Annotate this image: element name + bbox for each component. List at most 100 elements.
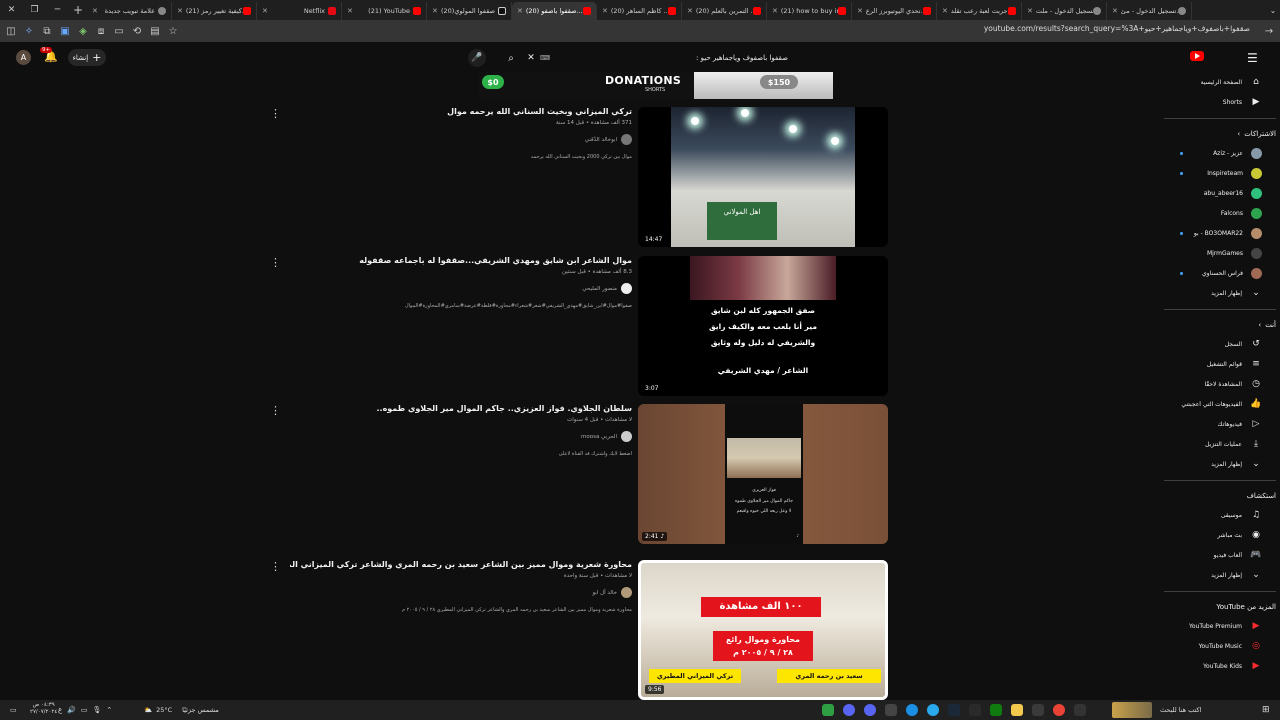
browser-tab[interactable]: ✕جربت لعبة رعب تقلد... xyxy=(937,2,1022,20)
search-input[interactable]: صقفوا باصفوف وياجماهير حيو : xyxy=(552,54,798,62)
read-aloud-icon[interactable]: ⟲ xyxy=(128,22,146,40)
subscription-item[interactable]: Falcons xyxy=(1160,203,1280,223)
browser-tab[interactable]: ✕(21) how to buy in... xyxy=(767,2,852,20)
guide-item[interactable]: ▶ YouTube Kids xyxy=(1160,656,1280,676)
browser-tab[interactable]: ✕(21) كيفية تغيير رمز... xyxy=(172,2,257,20)
channel-avatar[interactable] xyxy=(621,431,632,442)
chrome-icon[interactable] xyxy=(1053,704,1065,716)
browser-tab[interactable]: ✕تسجيل الدخول - ملت... xyxy=(1022,2,1107,20)
start-button-icon[interactable]: ⊞ xyxy=(1262,703,1270,717)
guide-item[interactable]: ≡ قوائم التشغيل xyxy=(1160,354,1280,374)
guide-item[interactable]: ▶ YouTube Premium xyxy=(1160,616,1280,636)
subscription-item[interactable]: Inspireteam xyxy=(1160,163,1280,183)
account-avatar[interactable]: A xyxy=(16,50,31,65)
file-explorer-icon[interactable] xyxy=(1011,704,1023,716)
video-title[interactable]: محاورة شعرية وموال مميز بين الشاعر سعيد … xyxy=(290,560,632,569)
video-title[interactable]: موال الشاعر ابن شايق ومهدي الشريفي...صقف… xyxy=(290,256,632,265)
channel-row[interactable]: الحربي moosa xyxy=(290,431,632,442)
guide-item[interactable]: ◉ بث مباشر xyxy=(1160,525,1280,545)
voice-search-icon[interactable]: 🎤 xyxy=(468,49,486,67)
channel-name[interactable]: خالد آل ابو xyxy=(592,590,617,596)
subscription-item[interactable]: فراس الحسناوي xyxy=(1160,263,1280,283)
subscriptions-header[interactable]: الاشتراكات › xyxy=(1160,125,1280,143)
extensions-icon[interactable]: ▣ xyxy=(56,22,74,40)
language-indicator[interactable]: ع xyxy=(58,706,62,714)
more-actions-icon[interactable]: ⋮ xyxy=(270,256,281,269)
notifications-center-icon[interactable]: ▭ xyxy=(10,703,22,717)
more-actions-icon[interactable]: ⋮ xyxy=(270,404,281,417)
guide-item[interactable]: ▶ Shorts xyxy=(1160,92,1280,112)
weather-widget[interactable]: ⛅ 25°C مشمس جزئيًا xyxy=(144,703,219,717)
mic-tray-icon[interactable]: 🎙 xyxy=(93,706,102,714)
guide-item[interactable]: 🎮 ألعاب فيديو xyxy=(1160,545,1280,565)
sidebar-toggle-icon[interactable]: ◫ xyxy=(2,22,20,40)
channel-avatar[interactable] xyxy=(621,134,632,145)
video-result[interactable]: ⋮ تركي الميزاني وبخيت السناني الله يرحمه… xyxy=(270,107,890,247)
guide-item[interactable]: ⤓ عمليات التنزيل xyxy=(1160,434,1280,454)
edge-icon[interactable] xyxy=(906,704,918,716)
guide-item[interactable]: 👍 الفيديوهات التي أعجبتني xyxy=(1160,394,1280,414)
tab-actions-icon[interactable]: ▭ xyxy=(110,22,128,40)
minimize-window-icon[interactable]: ─ xyxy=(46,0,69,20)
forward-icon[interactable]: → xyxy=(1260,22,1278,40)
subscription-item[interactable]: BO3OMAR22 - بو xyxy=(1160,223,1280,243)
new-tab-icon[interactable]: + xyxy=(69,3,87,17)
tab-search-icon[interactable]: ⌄ xyxy=(1266,1,1280,19)
channel-name[interactable]: منصور المليحي xyxy=(582,286,617,292)
channel-name[interactable]: ابوخالد الدّقني xyxy=(585,137,617,143)
guide-item[interactable]: ↺ السجل xyxy=(1160,334,1280,354)
search-highlight-image[interactable] xyxy=(1112,702,1152,718)
keyboard-icon[interactable]: ⌨ xyxy=(538,54,552,62)
telegram-icon[interactable] xyxy=(927,704,939,716)
video-result[interactable]: ⋮ موال الشاعر ابن شايق ومهدي الشريفي...ص… xyxy=(270,256,890,396)
more-actions-icon[interactable]: ⋮ xyxy=(270,107,281,120)
channel-row[interactable]: منصور المليحي xyxy=(290,283,632,294)
browser-tab[interactable]: ✕تسجيل الدخول - مئ... xyxy=(1107,2,1192,20)
browser-tab[interactable]: ✕(20) كاظم الساهر ... xyxy=(597,2,682,20)
store-icon[interactable] xyxy=(1032,704,1044,716)
subscription-item[interactable]: عزيز - Aziz xyxy=(1160,143,1280,163)
channel-name[interactable]: الحربي moosa xyxy=(581,434,617,440)
create-button[interactable]: إنشاء + xyxy=(68,49,106,66)
taskbar-search[interactable]: اكتب هنا للبحث xyxy=(1160,703,1201,717)
volume-icon[interactable]: 🔊 xyxy=(67,706,76,714)
channel-row[interactable]: ابوخالد الدّقني xyxy=(290,134,632,145)
tray-overflow-icon[interactable]: ⌃ xyxy=(106,706,112,714)
channel-avatar[interactable] xyxy=(621,283,632,294)
video-thumbnail[interactable]: فواز العزيزي جاكم الموال مير الجلاوي طمو… xyxy=(638,404,888,544)
browser-tab[interactable]: ✕ علامة تبويب جديدة xyxy=(87,2,172,20)
xbox-icon[interactable] xyxy=(990,704,1002,716)
guide-item[interactable]: ⌂ الصفحة الرئيسية xyxy=(1160,72,1280,92)
close-window-icon[interactable]: ✕ xyxy=(0,0,23,20)
guide-item[interactable]: ⌄ إظهار المزيد xyxy=(1160,565,1280,585)
channel-avatar[interactable] xyxy=(621,587,632,598)
video-title[interactable]: تركي الميزاني وبخيت السناني الله يرحمه م… xyxy=(290,107,632,116)
browser-tab[interactable]: ✕ Netflix xyxy=(257,2,342,20)
guide-item[interactable]: ⌄ إظهار المزيد xyxy=(1160,283,1280,303)
app-icon[interactable] xyxy=(885,704,897,716)
address-bar[interactable]: youtube.com/results?search_query=%3A+صقف… xyxy=(984,24,1250,33)
browser-tab[interactable]: ✕ (21) YouTube xyxy=(342,2,427,20)
app-icon[interactable] xyxy=(822,704,834,716)
discord-icon[interactable] xyxy=(864,704,876,716)
app-icon[interactable] xyxy=(969,704,981,716)
copilot-icon[interactable]: ✧ xyxy=(20,22,38,40)
browser-tab[interactable]: ✕(20) التمرين بالعلم ... xyxy=(682,2,767,20)
clear-search-icon[interactable]: ✕ xyxy=(524,53,538,63)
favorite-star-icon[interactable]: ☆ xyxy=(164,22,182,40)
guide-item[interactable]: ♫ موسيقى xyxy=(1160,505,1280,525)
taskbar-search-text[interactable]: اكتب هنا للبحث xyxy=(1160,706,1201,714)
video-title[interactable]: سلطان الجلاوي. فواز العزيزي.. جاكم الموا… xyxy=(290,404,632,413)
channel-row[interactable]: خالد آل ابو xyxy=(290,587,632,598)
browser-tab[interactable]: ✕ (20) صقفوا باصفو... xyxy=(512,2,597,20)
video-thumbnail[interactable]: صفق الجمهور كله لبن شايق مير أنا بلعب مع… xyxy=(638,256,888,396)
donation-banner[interactable]: $0 $150 DONATIONS SHORTS xyxy=(478,72,833,99)
immersive-reader-icon[interactable]: ▤ xyxy=(146,22,164,40)
battery-icon[interactable]: ▭ xyxy=(81,706,88,714)
guide-item[interactable]: ▷ فيديوهاتك xyxy=(1160,414,1280,434)
split-screen-icon[interactable]: ⧈ xyxy=(92,22,110,40)
video-thumbnail[interactable]: اهل المولاني 14:47 xyxy=(638,107,888,247)
subscription-item[interactable]: abu_abeer16 xyxy=(1160,183,1280,203)
collections-icon[interactable]: ⧉ xyxy=(38,22,56,40)
task-view-icon[interactable] xyxy=(1074,704,1086,716)
